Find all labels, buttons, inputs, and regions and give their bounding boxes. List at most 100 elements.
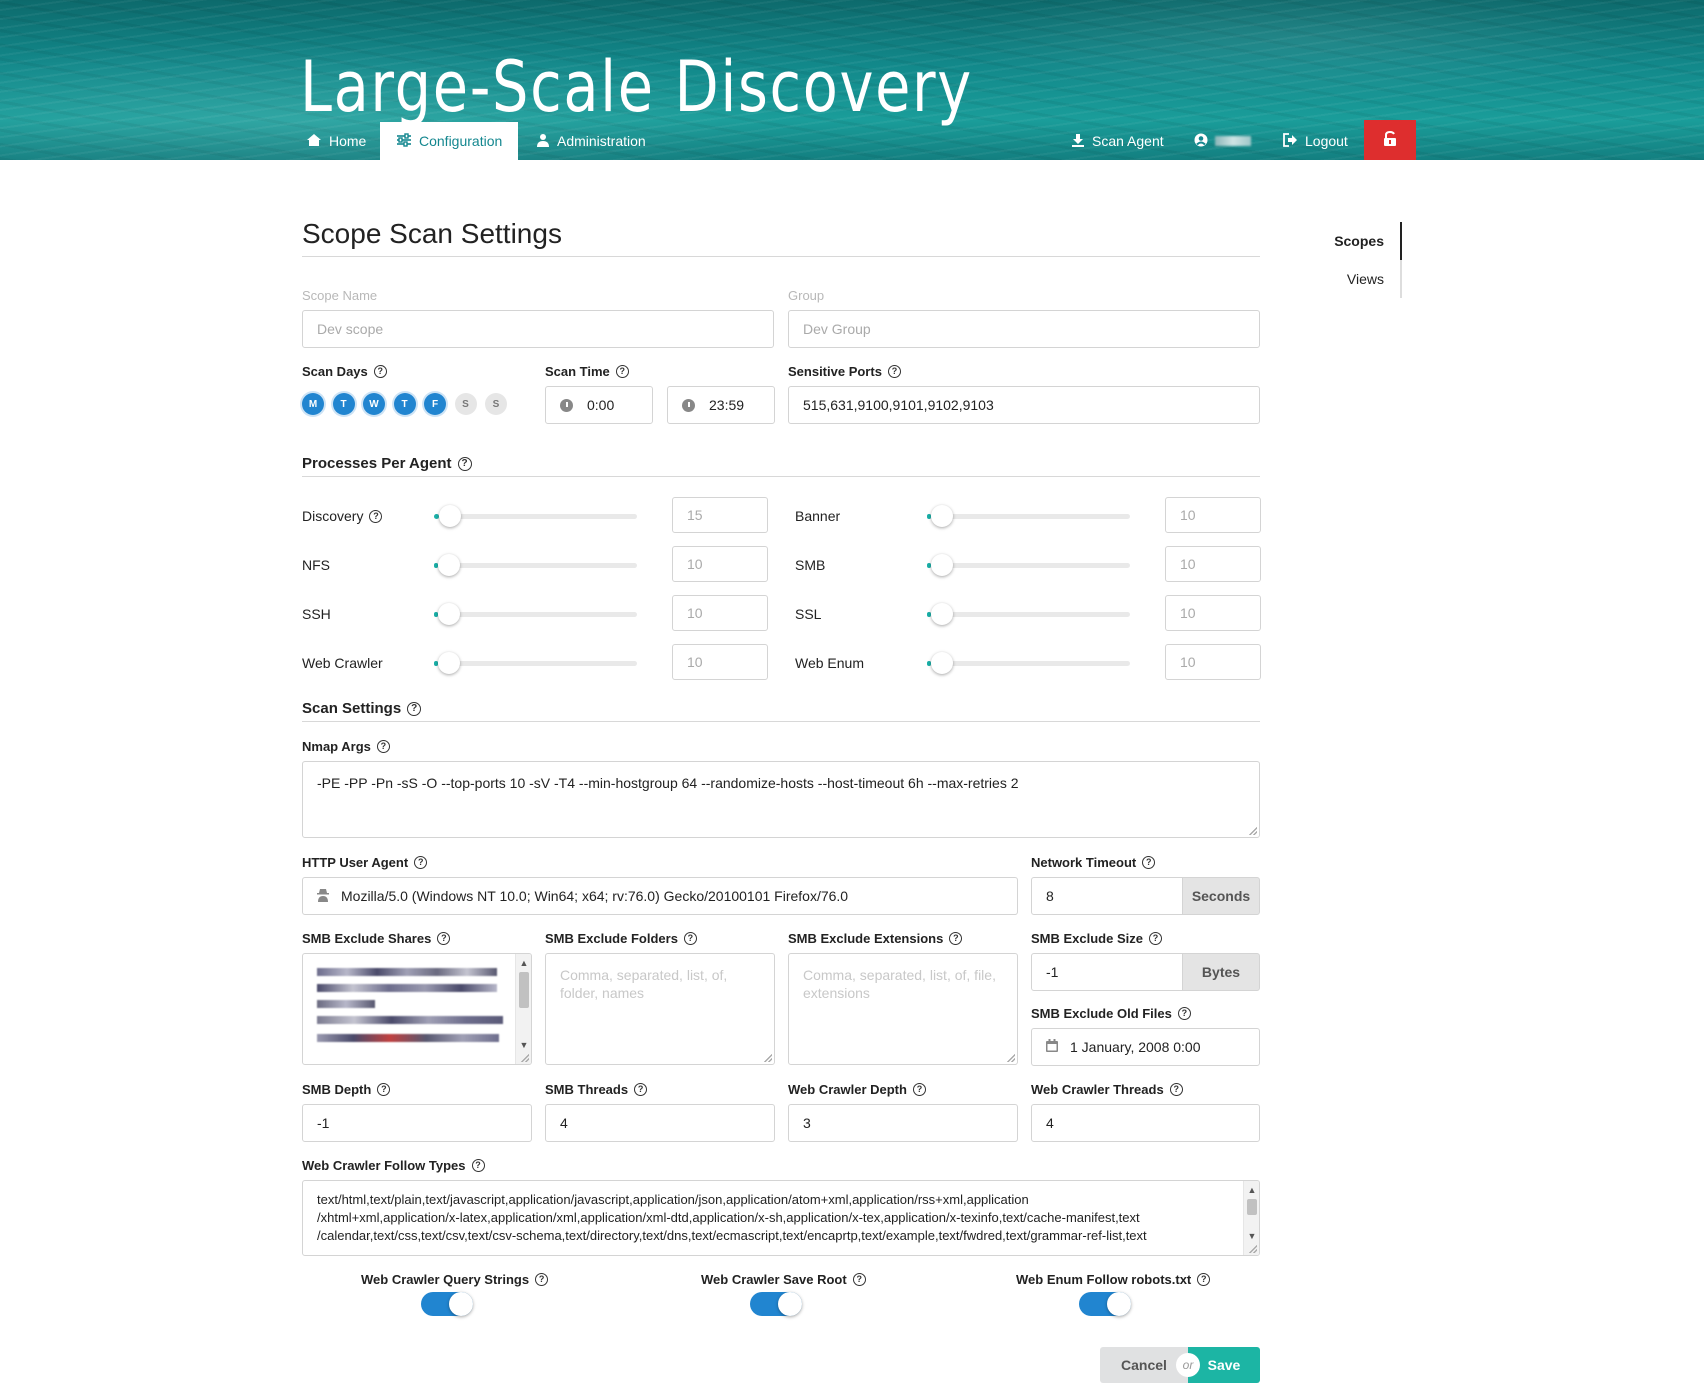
slider-knob[interactable]	[438, 652, 460, 674]
discovery-process-count-input[interactable]: 15	[672, 497, 768, 533]
scan-day-5[interactable]: S	[454, 393, 477, 415]
help-icon[interactable]: ?	[852, 1273, 866, 1286]
web-crawler-process-slider[interactable]	[434, 652, 637, 674]
help-icon[interactable]: ?	[1177, 1007, 1191, 1020]
group-input[interactable]: Dev Group	[788, 310, 1260, 348]
header-banner: Large-Scale Discovery Home Configuration…	[0, 0, 1704, 160]
ssl-process-count-input[interactable]: 10	[1165, 595, 1261, 631]
help-icon[interactable]: ?	[535, 1273, 549, 1286]
web-crawler-depth-input[interactable]: 3	[788, 1104, 1018, 1142]
web-crawler-threads-input[interactable]: 4	[1031, 1104, 1260, 1142]
slider-knob[interactable]	[438, 554, 460, 576]
smb-exclude-old-files-input[interactable]: 1 January, 2008 0:00	[1031, 1028, 1260, 1066]
ssh-process-count-input[interactable]: 10	[672, 595, 768, 631]
web-crawler-follow-types-textarea[interactable]: text/html,text/plain,text/javascript,app…	[302, 1180, 1260, 1256]
smb-process-count-input[interactable]: 10	[1165, 546, 1261, 582]
help-icon[interactable]: ?	[407, 701, 422, 716]
help-icon[interactable]: ?	[949, 932, 963, 945]
side-nav-views[interactable]: Views	[1300, 260, 1402, 298]
nav-configuration[interactable]: Configuration	[380, 122, 518, 160]
smb-exclude-extensions-textarea[interactable]: Comma, separated, list, of, file, extens…	[788, 953, 1018, 1065]
discovery-process-slider[interactable]	[434, 505, 637, 527]
nfs-process-count-input[interactable]: 10	[672, 546, 768, 582]
cancel-button[interactable]: Cancel	[1100, 1347, 1188, 1383]
help-icon[interactable]: ?	[683, 932, 697, 945]
slider-knob[interactable]	[931, 554, 953, 576]
nmap-args-textarea[interactable]: -PE -PP -Pn -sS -O --top-ports 10 -sV -T…	[302, 761, 1260, 838]
smb-exclude-shares-textarea[interactable]: ▲ ▼	[302, 953, 532, 1065]
scrollbar[interactable]: ▲ ▼	[1243, 1181, 1259, 1255]
help-icon[interactable]: ?	[471, 1159, 485, 1172]
resize-handle[interactable]	[1249, 827, 1257, 835]
chevron-up-icon[interactable]: ▲	[1244, 1183, 1259, 1197]
scan-day-1[interactable]: T	[332, 393, 355, 415]
scan-time-start-input[interactable]: 0:00	[545, 386, 653, 424]
nav-logout[interactable]: Logout	[1267, 122, 1364, 160]
help-icon[interactable]: ?	[1169, 1083, 1183, 1096]
smb-process-slider[interactable]	[927, 554, 1130, 576]
nav-scan-agent[interactable]: Scan Agent	[1055, 122, 1180, 160]
help-icon[interactable]: ?	[634, 1083, 648, 1096]
smb-exclude-size-input[interactable]: -1	[1031, 953, 1183, 991]
help-icon[interactable]: ?	[414, 856, 428, 869]
web-crawler-process-count-input[interactable]: 10	[672, 644, 768, 680]
chevron-down-icon[interactable]: ▼	[516, 1038, 531, 1052]
scrollbar[interactable]: ▲ ▼	[515, 954, 531, 1064]
scroll-thumb[interactable]	[1247, 1199, 1257, 1215]
smb-threads-input[interactable]: 4	[545, 1104, 775, 1142]
http-user-agent-input[interactable]: Mozilla/5.0 (Windows NT 10.0; Win64; x64…	[302, 877, 1018, 915]
web-enum-follow-robots-toggle[interactable]	[1079, 1292, 1131, 1316]
network-timeout-input[interactable]: 8	[1031, 877, 1183, 915]
sensitive-ports-input[interactable]: 515,631,9100,9101,9102,9103	[788, 386, 1260, 424]
web-enum-process-count-input[interactable]: 10	[1165, 644, 1261, 680]
help-icon[interactable]: ?	[457, 456, 472, 471]
scan-day-2[interactable]: W	[363, 393, 385, 415]
help-icon[interactable]: ?	[912, 1083, 926, 1096]
nfs-process-name: NFS	[302, 557, 330, 573]
scan-day-0[interactable]: M	[302, 393, 324, 415]
scroll-thumb[interactable]	[519, 972, 529, 1008]
scan-day-3[interactable]: T	[393, 393, 416, 415]
scan-day-4[interactable]: F	[424, 393, 446, 415]
nfs-process-slider[interactable]	[434, 554, 637, 576]
smb-depth-input[interactable]: -1	[302, 1104, 532, 1142]
scope-name-input[interactable]: Dev scope	[302, 310, 774, 348]
resize-handle[interactable]	[521, 1054, 529, 1062]
banner-process-count-input[interactable]: 10	[1165, 497, 1261, 533]
resize-handle[interactable]	[1007, 1054, 1015, 1062]
help-icon[interactable]: ?	[615, 365, 629, 378]
nav-home[interactable]: Home	[290, 122, 382, 160]
chevron-up-icon[interactable]: ▲	[516, 956, 531, 970]
web-crawler-save-root-toggle[interactable]	[750, 1292, 802, 1316]
chevron-down-icon[interactable]: ▼	[1244, 1229, 1259, 1243]
banner-process-slider[interactable]	[927, 505, 1130, 527]
web-crawler-query-strings-toggle[interactable]	[421, 1292, 473, 1316]
help-icon[interactable]: ?	[887, 365, 901, 378]
nav-user[interactable]	[1178, 122, 1267, 160]
help-icon[interactable]: ?	[1197, 1273, 1211, 1286]
help-icon[interactable]: ?	[437, 932, 451, 945]
help-icon[interactable]: ?	[373, 365, 387, 378]
slider-knob[interactable]	[439, 505, 461, 527]
help-icon[interactable]: ?	[377, 1083, 391, 1096]
scan-day-6[interactable]: S	[485, 393, 507, 415]
slider-knob[interactable]	[931, 652, 953, 674]
help-icon[interactable]: ?	[369, 509, 383, 523]
side-nav-scopes[interactable]: Scopes	[1300, 222, 1402, 260]
help-icon[interactable]: ?	[1148, 932, 1162, 945]
page-title: Scope Scan Settings	[302, 218, 562, 249]
scan-time-end-input[interactable]: 23:59	[667, 386, 775, 424]
web-enum-process-slider[interactable]	[927, 652, 1130, 674]
ssh-process-slider[interactable]	[434, 603, 637, 625]
ssl-process-slider[interactable]	[927, 603, 1130, 625]
slider-knob[interactable]	[931, 505, 953, 527]
smb-exclude-folders-textarea[interactable]: Comma, separated, list, of, folder, name…	[545, 953, 775, 1065]
slider-knob[interactable]	[931, 603, 953, 625]
resize-handle[interactable]	[764, 1054, 772, 1062]
help-icon[interactable]: ?	[376, 740, 390, 753]
nav-administration[interactable]: Administration	[520, 122, 662, 160]
help-icon[interactable]: ?	[1142, 856, 1156, 869]
resize-handle[interactable]	[1249, 1245, 1257, 1253]
slider-knob[interactable]	[438, 603, 460, 625]
lock-button[interactable]	[1364, 120, 1416, 160]
